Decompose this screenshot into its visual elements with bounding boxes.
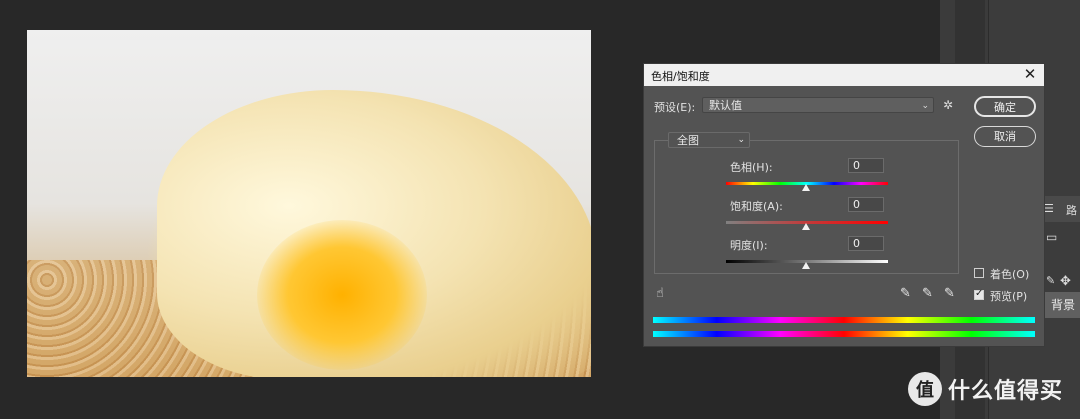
close-icon[interactable]: ✕ [1022,65,1038,83]
dialog-title: 色相/饱和度 [651,70,710,83]
eyedropper-minus-icon[interactable]: ✎ [944,286,955,301]
colorize-checkbox[interactable] [974,268,984,278]
watermark-logo: 值 [908,372,942,406]
watermark-text: 什么值得买 [948,379,1064,404]
hue-saturation-dialog: 色相/饱和度 ✕ 预设(E): 默认值 ⌄ ✲ 确定 取消 全图 ⌄ 色相(H)… [643,63,1045,347]
preview-label: 预览(P) [990,290,1028,303]
hue-input[interactable]: 0 [848,158,884,173]
saturation-slider-thumb[interactable] [802,223,810,230]
ok-button[interactable]: 确定 [974,96,1036,117]
lightness-label: 明度(I): [730,239,768,252]
eyedropper-icon[interactable]: ✎ [900,286,911,301]
menu-icon: ☰ [1044,202,1054,215]
move-icon[interactable]: ✥ [1060,274,1071,289]
channel-select[interactable]: 全图 ⌄ [668,132,750,148]
cancel-button[interactable]: 取消 [974,126,1036,147]
gear-icon[interactable]: ✲ [943,98,953,112]
adjustment-group [654,140,959,274]
document-image[interactable] [27,30,591,377]
egg-yolk-filling [257,220,427,370]
saturation-input[interactable]: 0 [848,197,884,212]
input-color-bar [653,317,1035,323]
hand-target-icon[interactable]: ☝ [656,286,664,301]
chevron-down-icon: ⌄ [737,135,745,145]
lock-icon[interactable]: ▭ [1046,230,1057,244]
tab-label: 路 [1066,204,1077,217]
channel-value: 全图 [677,134,699,147]
panel-tab-paths[interactable]: ☰ 路 [1040,196,1080,222]
preset-select[interactable]: 默认值 ⌄ [702,97,934,113]
preset-label: 预设(E): [654,101,696,114]
layer-row-background[interactable]: 背景 [1045,292,1080,318]
watermark: 值 什么值得买 [908,371,1063,407]
preview-checkbox[interactable] [974,288,984,300]
output-color-bar [653,331,1035,337]
preset-value: 默认值 [709,99,742,112]
eyedropper-plus-icon[interactable]: ✎ [922,286,933,301]
saturation-label: 饱和度(A): [730,200,783,213]
hue-slider-thumb[interactable] [802,184,810,191]
brush-icon[interactable]: ✎ [1046,274,1055,287]
chevron-down-icon: ⌄ [921,101,929,111]
layer-name: 背景 [1051,298,1076,312]
dialog-titlebar[interactable]: 色相/饱和度 ✕ [644,64,1044,86]
lightness-input[interactable]: 0 [848,236,884,251]
colorize-label: 着色(O) [990,268,1030,281]
lightness-slider-thumb[interactable] [802,262,810,269]
hue-label: 色相(H): [730,161,773,174]
